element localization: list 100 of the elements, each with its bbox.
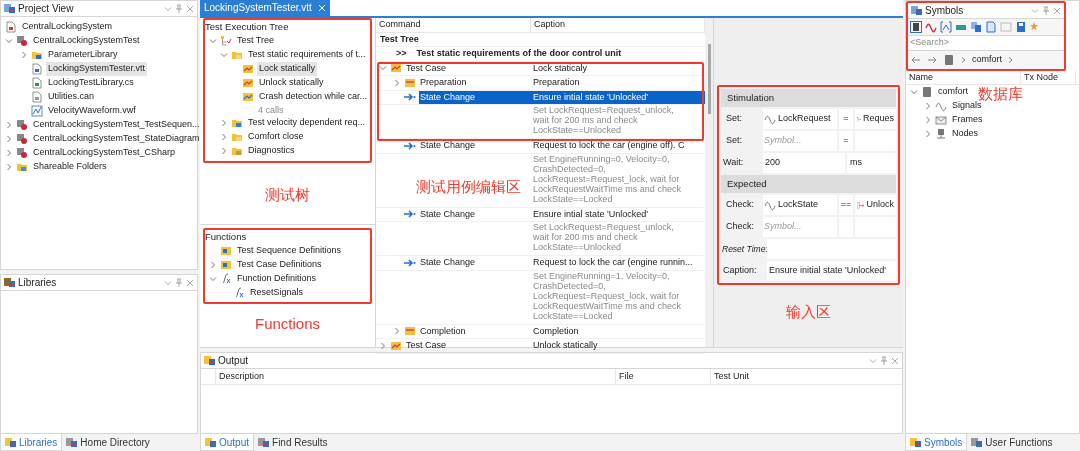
tree-item[interactable]: Lock statically xyxy=(257,62,318,76)
tree-item[interactable]: comfort xyxy=(936,85,970,99)
chevron-icon[interactable] xyxy=(379,64,387,73)
chevron-icon[interactable] xyxy=(20,51,28,59)
dropdown-icon[interactable] xyxy=(1031,6,1039,15)
bottom-tab[interactable]: Symbols xyxy=(905,434,968,451)
tree-item[interactable]: Function Definitions xyxy=(235,272,319,286)
chevron-icon[interactable] xyxy=(209,261,217,269)
command-cell[interactable]: State Change xyxy=(419,207,477,221)
close-icon[interactable] xyxy=(891,356,899,365)
tree-item[interactable]: CentralLockingSystemTest_StateDiagram xyxy=(31,132,202,146)
chevron-icon[interactable] xyxy=(5,135,13,143)
wait-field[interactable]: 200 xyxy=(763,153,845,173)
chevron-icon[interactable] xyxy=(220,147,228,155)
command-cell[interactable]: Test Case xyxy=(405,61,448,75)
tree-item[interactable]: Test Tree xyxy=(235,34,276,48)
tree-item[interactable]: CentralLockingSystemTest_CSharp xyxy=(31,146,178,160)
command-cell[interactable]: Test static requirements of the door control unit xyxy=(415,47,623,61)
tree-item[interactable]: Test static requirements of t... xyxy=(246,48,368,62)
chevron-icon[interactable] xyxy=(5,149,13,157)
forward-icon[interactable] xyxy=(927,56,937,64)
chevron-icon[interactable] xyxy=(209,37,217,45)
bottom-tab[interactable]: Find Results xyxy=(254,434,332,451)
tree-item[interactable]: CentralLockingSystem xyxy=(20,20,115,34)
document-tab[interactable]: LockingSystemTester.vtt xyxy=(200,0,330,16)
pin-icon[interactable] xyxy=(880,356,888,365)
dropdown-icon[interactable] xyxy=(164,278,172,287)
tree-item[interactable]: CentralLockingSystemTest_TestSequen... xyxy=(31,118,202,132)
chevron-icon[interactable] xyxy=(910,88,918,96)
bottom-tab[interactable]: User Functions xyxy=(967,434,1057,451)
chevron-icon[interactable] xyxy=(393,327,401,336)
bottom-tab[interactable]: Libraries xyxy=(0,434,63,451)
close-icon[interactable] xyxy=(1053,6,1061,15)
column-header[interactable]: Description xyxy=(215,369,615,384)
command-cell[interactable]: State Change xyxy=(419,139,477,153)
tree-item[interactable]: Diagnostics xyxy=(246,144,297,158)
tree-item[interactable]: Test Sequence Definitions xyxy=(235,244,344,258)
command-cell[interactable]: Preparation xyxy=(419,76,468,90)
back-icon[interactable] xyxy=(911,56,921,64)
save-icon[interactable] xyxy=(1015,21,1027,33)
chevron-icon[interactable] xyxy=(924,102,932,110)
column-header[interactable]: Name xyxy=(906,70,1021,85)
tree-item[interactable]: ParameterLibrary xyxy=(46,48,120,62)
operator-field[interactable]: = xyxy=(839,109,853,129)
chevron-icon[interactable] xyxy=(220,51,228,59)
tree-item[interactable]: ResetSignals xyxy=(248,286,306,300)
search-field[interactable]: <Search> xyxy=(908,35,1064,51)
tree-item[interactable]: LockingTestLibrary.cs xyxy=(46,76,136,90)
column-header[interactable]: File xyxy=(615,369,710,384)
column-header[interactable]: Tx Node xyxy=(1021,70,1076,85)
value-field[interactable]: Unlock xyxy=(855,195,896,215)
symbol-field[interactable]: LockState xyxy=(763,195,837,215)
breadcrumb-item[interactable]: comfort xyxy=(972,53,1002,67)
chevron-icon[interactable] xyxy=(5,163,13,171)
column-header[interactable]: Test Unit xyxy=(710,369,805,384)
chevron-icon[interactable] xyxy=(5,37,13,45)
bottom-tab[interactable]: Home Directory xyxy=(62,434,154,451)
tree-item[interactable]: Comfort close xyxy=(246,130,306,144)
chevron-icon[interactable] xyxy=(220,133,228,141)
operator-field[interactable]: = xyxy=(839,131,853,151)
bottom-tab[interactable]: Output xyxy=(200,434,255,451)
tree-item[interactable]: VelocityWaveform.vwf xyxy=(46,104,138,118)
chevron-icon[interactable] xyxy=(393,78,401,87)
pin-icon[interactable] xyxy=(175,278,183,287)
tree-item[interactable]: Frames xyxy=(950,113,985,127)
pin-icon[interactable] xyxy=(175,4,183,13)
command-cell[interactable]: Completion xyxy=(419,324,467,338)
column-header[interactable]: Command xyxy=(376,18,531,32)
chevron-icon[interactable] xyxy=(924,116,932,124)
dropdown-icon[interactable] xyxy=(869,356,877,365)
caption-field[interactable]: Ensure initial state 'Unlocked' xyxy=(767,261,896,281)
tree-item[interactable]: Unlock statically xyxy=(257,76,326,90)
chevron-icon[interactable] xyxy=(5,121,13,129)
chevron-icon[interactable] xyxy=(379,341,387,350)
tree-item[interactable]: CentralLockingSystemTest xyxy=(31,34,142,48)
command-cell[interactable]: Test Case xyxy=(405,339,448,353)
dropdown-icon[interactable] xyxy=(164,4,172,13)
tree-item[interactable]: Nodes xyxy=(950,127,980,141)
wave-icon[interactable] xyxy=(925,21,937,33)
tree-item[interactable]: Test Case Definitions xyxy=(235,258,324,272)
database-icon[interactable] xyxy=(910,21,922,33)
value-field[interactable]: Reques xyxy=(855,109,896,129)
operator-field[interactable]: == xyxy=(839,195,853,215)
pin-icon[interactable] xyxy=(1042,6,1050,15)
tree-item[interactable]: Shareable Folders xyxy=(31,160,109,174)
close-icon[interactable] xyxy=(186,4,194,13)
chevron-icon[interactable] xyxy=(209,275,217,283)
command-cell[interactable]: Test Tree xyxy=(379,32,420,46)
tree-item[interactable]: Test velocity dependent req... xyxy=(246,116,368,130)
close-icon[interactable] xyxy=(186,278,194,287)
command-cell[interactable]: State Change xyxy=(419,256,477,270)
symbol-field[interactable]: LockRequest xyxy=(763,109,837,129)
tree-item[interactable]: Crash detection while car... xyxy=(257,90,370,104)
tree-item[interactable]: LockingSystemTester.vtt xyxy=(46,62,148,76)
bracket-icon[interactable] xyxy=(940,21,952,33)
scrollbar-thumb[interactable] xyxy=(707,44,711,114)
tree-item[interactable]: Utilities.can xyxy=(46,90,96,104)
copy-icon[interactable] xyxy=(970,21,982,33)
document-icon[interactable] xyxy=(985,21,997,33)
chevron-icon[interactable] xyxy=(924,130,932,138)
